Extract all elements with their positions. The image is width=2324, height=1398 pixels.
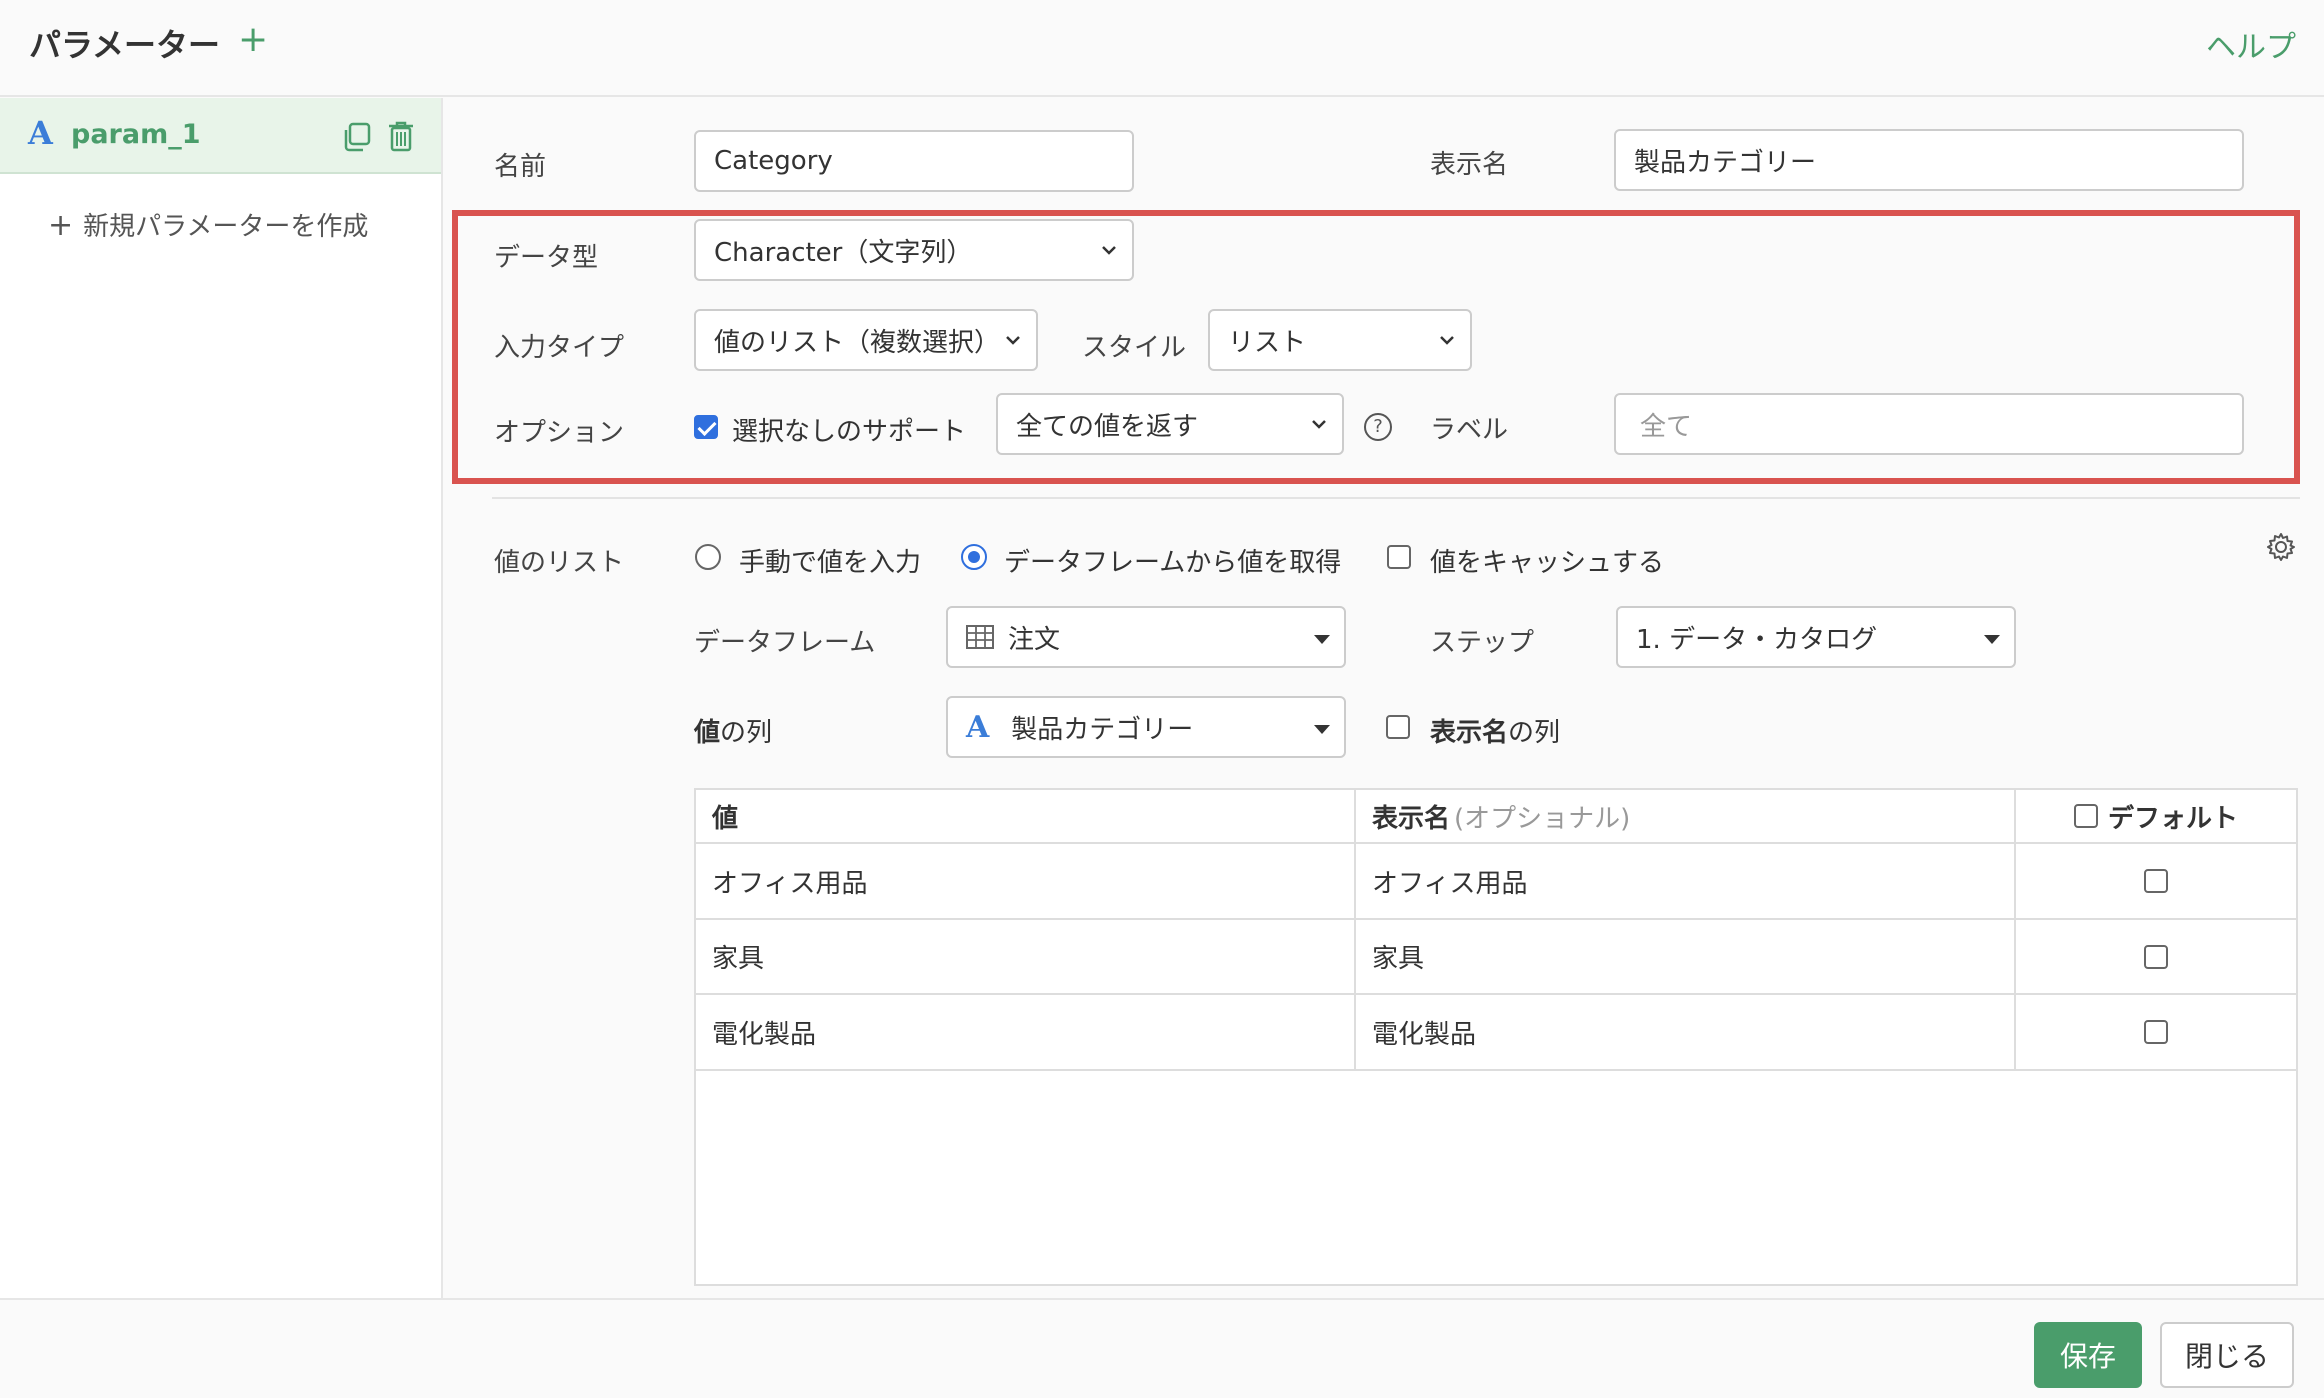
cache-label: 値をキャッシュする [1430,548,1665,578]
help-icon[interactable]: ? [1364,413,1392,441]
data-type-select[interactable]: Character（文字列） [694,219,1134,281]
value-column-label-bold: 値 [694,718,721,748]
section-divider [492,497,2300,499]
option-label: オプション [494,418,625,448]
chevron-down-icon [1440,336,1454,345]
dialog-footer: 保存 閉じる [0,1298,2324,1398]
step-label: ステップ [1430,628,1535,658]
name-input[interactable]: Category [694,130,1134,192]
row-value[interactable]: 電化製品 [696,995,1356,1069]
dataframe-radio-label: データフレームから値を取得 [1004,548,1342,578]
step-value: 1. データ・カタログ [1636,624,1878,655]
value-column-label: 値の列 [694,712,772,749]
row-display[interactable]: オフィス用品 [1356,844,2016,918]
default-checkbox[interactable] [2144,869,2168,893]
chevron-down-icon [1102,246,1116,255]
header-default-label: デフォルト [2107,803,2238,834]
display-name-label: 表示名 [1430,150,1509,180]
no-selection-label: 選択なしのサポート [732,417,967,447]
table-row: 電化製品 電化製品 [696,995,2296,1071]
row-default-cell [2016,995,2296,1069]
character-type-icon: A [28,114,53,152]
row-default-cell [2016,844,2296,918]
default-checkbox[interactable] [2144,944,2168,969]
display-column-label: 表示名の列 [1430,712,1560,749]
new-parameter-link[interactable]: + 新規パラメーターを作成 [48,206,368,243]
header-value: 値 [696,790,1356,842]
page-title: パラメーター [29,26,221,64]
return-value: 全ての値を返す [1016,411,1199,442]
table-header-row: 値 表示名 (オプショナル) デフォルト [696,790,2296,844]
default-checkbox[interactable] [2144,1020,2168,1044]
caret-down-icon [1314,725,1330,734]
gear-icon[interactable] [2266,532,2296,562]
display-column-checkbox[interactable] [1386,715,1410,739]
trash-icon[interactable] [387,120,415,152]
param-name: param_1 [71,119,201,150]
style-label: スタイル [1082,333,1187,363]
dataframe-value: 注文 [1008,624,1061,655]
cache-checkbox[interactable] [1387,545,1411,569]
value-column-label-rest: の列 [720,718,773,748]
no-selection-checkbox[interactable] [694,415,718,439]
plus-icon[interactable]: + [238,22,268,58]
row-display[interactable]: 電化製品 [1356,995,2016,1069]
caret-down-icon [1984,635,2000,644]
style-value: リスト [1228,327,1307,358]
parameter-sidebar: A param_1 + 新規パラメーターを作成 [0,98,443,1298]
table-row: オフィス用品 オフィス用品 [696,844,2296,920]
value-column-value: 製品カテゴリー [1011,714,1194,745]
input-type-label: 入力タイプ [494,333,625,363]
dataframe-select[interactable]: 注文 [946,606,1346,668]
character-type-icon: A [966,709,990,745]
header-display-optional: (オプショナル) [1454,803,1631,834]
header-display: 表示名 (オプショナル) [1356,790,2016,842]
manual-input-label: 手動で値を入力 [739,548,922,578]
label-label: ラベル [1430,415,1509,445]
sidebar-item-param[interactable]: A param_1 [0,98,441,174]
input-type-select[interactable]: 値のリスト（複数選択） [694,309,1038,371]
data-type-value: Character（文字列） [714,237,973,268]
select-all-default-checkbox[interactable] [2073,804,2098,828]
close-button[interactable]: 閉じる [2160,1322,2294,1388]
plus-icon: + [48,208,74,243]
save-button[interactable]: 保存 [2034,1322,2142,1388]
header-default: デフォルト [2016,790,2296,842]
copy-icon[interactable] [342,122,372,152]
row-default-cell [2016,920,2296,993]
values-table: 値 表示名 (オプショナル) デフォルト オフィス用品 オフィス用品 家具 家具… [694,788,2298,1286]
row-display[interactable]: 家具 [1356,920,2016,993]
name-label: 名前 [494,152,547,182]
dataframe-label: データフレーム [694,628,876,658]
dataframe-radio[interactable] [961,544,987,570]
input-type-value: 値のリスト（複数選択） [714,327,1001,358]
row-value[interactable]: 家具 [696,920,1356,993]
help-link[interactable]: ヘルプ [2206,22,2296,66]
caret-down-icon [1314,635,1330,644]
display-column-label-rest: の列 [1508,718,1561,748]
style-select[interactable]: リスト [1208,309,1472,371]
table-row: 家具 家具 [696,920,2296,995]
row-value[interactable]: オフィス用品 [696,844,1356,918]
chevron-down-icon [1312,420,1326,429]
header-display-label: 表示名 [1372,803,1451,834]
data-type-label: データ型 [494,243,599,273]
display-column-label-bold: 表示名 [1430,718,1509,748]
value-list-label: 値のリスト [494,548,625,578]
manual-input-radio[interactable] [695,544,721,570]
table-icon [966,625,994,649]
parameter-editor: 名前 Category 表示名 製品カテゴリー データ型 Character（文… [444,98,2324,1298]
dialog-header: パラメーター + ヘルプ [0,0,2324,97]
value-column-select[interactable]: A 製品カテゴリー [946,696,1346,758]
step-select[interactable]: 1. データ・カタログ [1616,606,2016,668]
return-value-select[interactable]: 全ての値を返す [996,393,1344,455]
label-input[interactable]: 全て [1614,393,2244,455]
chevron-down-icon [1006,336,1020,345]
display-name-input[interactable]: 製品カテゴリー [1614,129,2244,191]
new-parameter-label: 新規パラメーターを作成 [83,212,369,242]
